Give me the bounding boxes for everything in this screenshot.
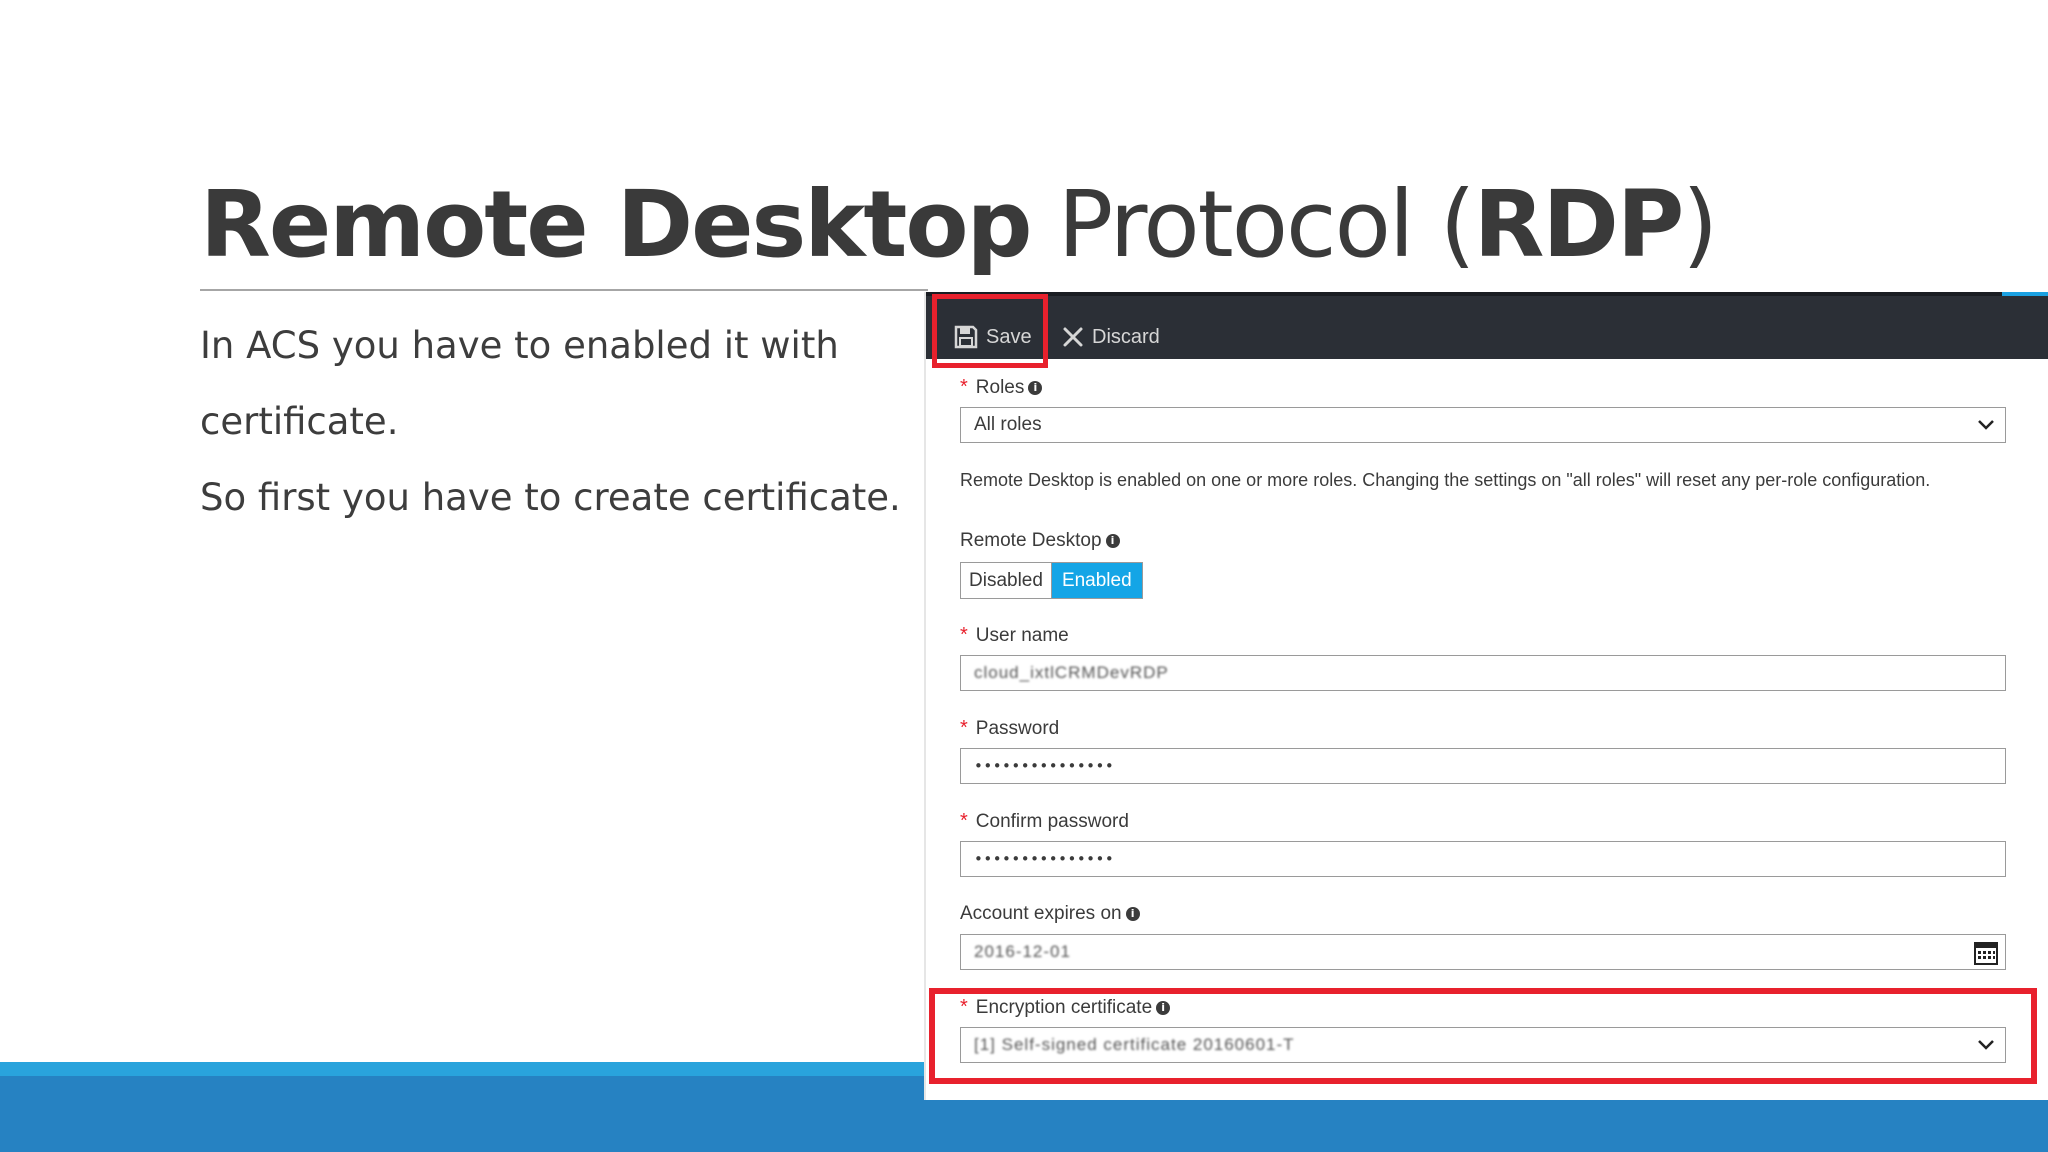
- confirm-password-value: •••••••••••••••: [974, 850, 1115, 868]
- toggle-enabled-option[interactable]: Enabled: [1051, 563, 1142, 598]
- title-part-close-paren: ): [1682, 171, 1718, 278]
- user-name-value: cloud_ixtlCRMDevRDP: [974, 663, 1169, 682]
- title-divider: [200, 289, 928, 291]
- password-input[interactable]: •••••••••••••••: [960, 748, 2006, 784]
- user-name-label: * User name: [960, 624, 1069, 647]
- account-expires-value: 2016-12-01: [974, 942, 1071, 961]
- password-label-text: Password: [975, 717, 1060, 739]
- password-label: * Password: [960, 717, 1059, 740]
- title-part-remote-desktop: Remote Desktop: [200, 171, 1032, 278]
- roles-note: Remote Desktop is enabled on one or more…: [960, 470, 1931, 490]
- remote-desktop-toggle: Disabled Enabled: [960, 562, 1143, 599]
- chevron-down-icon: [1978, 420, 1994, 430]
- roles-select[interactable]: All roles: [960, 407, 2006, 443]
- confirm-password-input[interactable]: •••••••••••••••: [960, 841, 2006, 877]
- info-icon[interactable]: i: [1125, 907, 1140, 921]
- calendar-icon[interactable]: [1973, 940, 1999, 966]
- command-bar: Save Discard: [926, 292, 2048, 359]
- remote-desktop-label: Remote Desktop i: [960, 530, 1120, 552]
- x-icon: [1063, 327, 1083, 347]
- confirm-password-label-text: Confirm password: [975, 810, 1129, 832]
- certificate-highlight-box: [929, 988, 2037, 1084]
- command-bar-accent: [2002, 292, 2048, 296]
- roles-label-text: Roles: [975, 376, 1025, 398]
- body-line-2: certificate.: [200, 400, 399, 443]
- discard-label: Discard: [1092, 325, 1160, 348]
- required-marker: *: [960, 717, 968, 739]
- account-expires-label-text: Account expires on: [960, 903, 1122, 924]
- rdp-settings-panel: Save Discard * Roles i All roles Remote …: [924, 292, 2048, 1100]
- info-icon[interactable]: i: [1028, 380, 1043, 395]
- title-part-protocol: Protocol (: [1057, 171, 1476, 278]
- discard-button[interactable]: Discard: [1062, 322, 1160, 352]
- save-highlight-box: [932, 294, 1048, 368]
- roles-label: * Roles i: [960, 376, 1043, 399]
- user-name-label-text: User name: [975, 624, 1069, 646]
- title-part-rdp: RDP: [1473, 171, 1685, 278]
- user-name-input[interactable]: cloud_ixtlCRMDevRDP: [960, 655, 2006, 691]
- required-marker: *: [960, 376, 968, 398]
- account-expires-input[interactable]: 2016-12-01: [960, 934, 2006, 970]
- toggle-disabled-option[interactable]: Disabled: [961, 563, 1052, 598]
- roles-value: All roles: [974, 414, 1042, 435]
- slide-title: Remote Desktop Protocol (RDP): [200, 170, 1718, 280]
- confirm-password-label: * Confirm password: [960, 810, 1129, 833]
- required-marker: *: [960, 810, 968, 832]
- remote-desktop-label-text: Remote Desktop: [960, 530, 1102, 551]
- required-marker: *: [960, 624, 968, 646]
- info-icon[interactable]: i: [1105, 534, 1120, 548]
- password-value: •••••••••••••••: [974, 757, 1115, 775]
- slide-body: In ACS you have to enabled it with certi…: [200, 308, 920, 536]
- body-line-3: So first you have to create certificate.: [200, 476, 901, 519]
- account-expires-label: Account expires on i: [960, 903, 1140, 925]
- body-line-1: In ACS you have to enabled it with: [200, 324, 839, 367]
